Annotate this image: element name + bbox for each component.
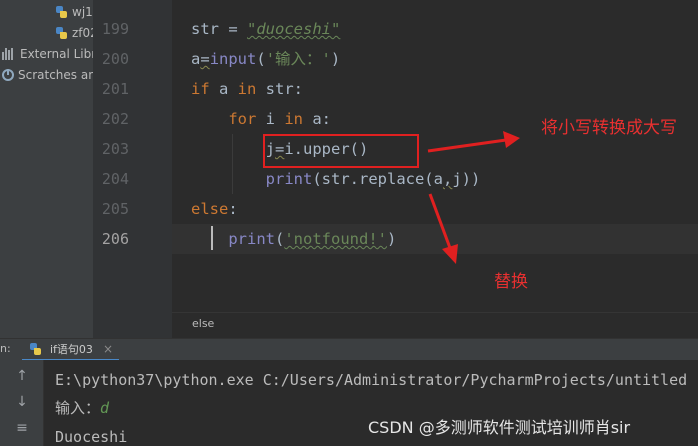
annotation-arrows <box>427 131 520 264</box>
annotation-replace-note: 替换 <box>494 272 528 292</box>
watermark: CSDN @多测师软件测试培训师肖sir <box>368 418 631 437</box>
annotation-arrow-replace <box>428 193 458 264</box>
annotation-upper-note: 将小写转换成大写 <box>541 118 677 138</box>
annotation-arrow-upper <box>427 131 520 153</box>
